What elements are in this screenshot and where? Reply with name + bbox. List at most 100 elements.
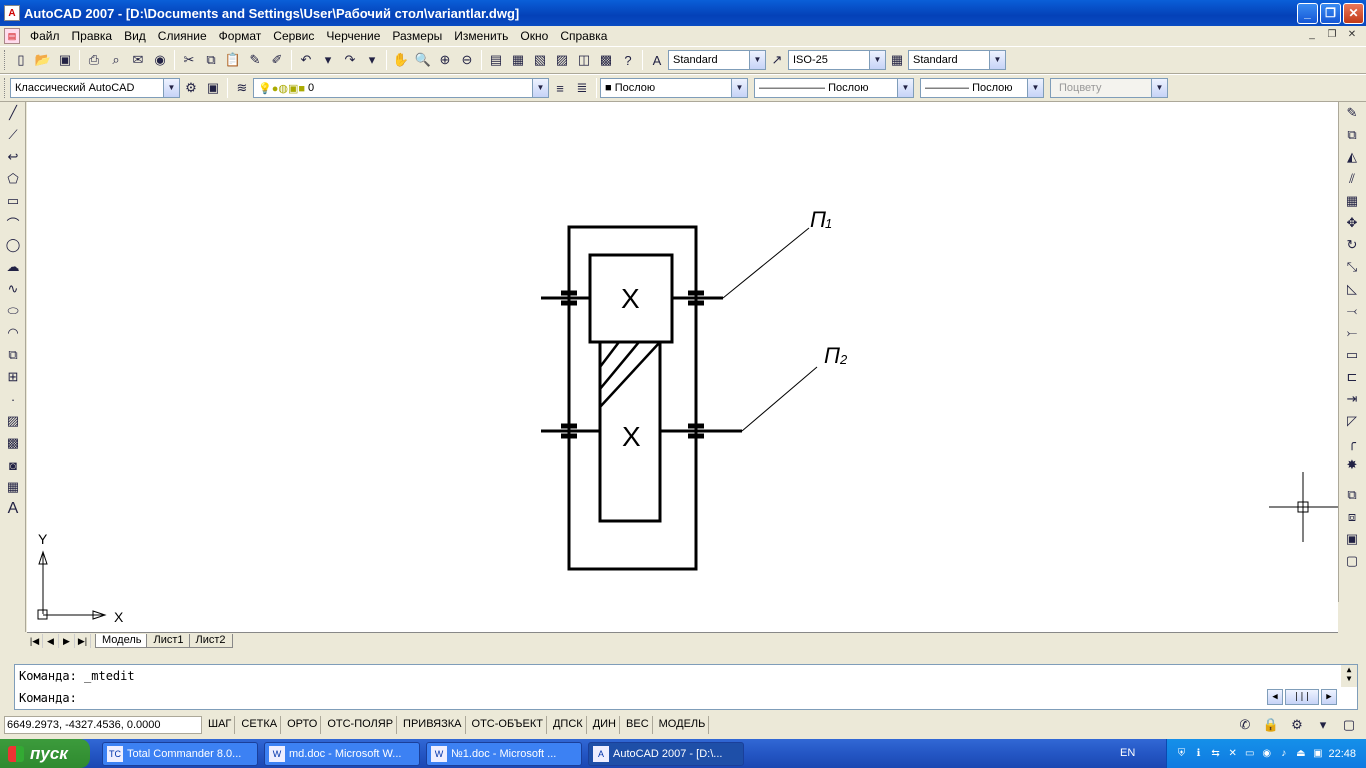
- menu-file[interactable]: Файл: [24, 29, 66, 43]
- table-icon[interactable]: ▦: [2, 476, 24, 498]
- model-toggle[interactable]: МОДЕЛЬ: [656, 716, 710, 734]
- upper-gear-label[interactable]: X: [621, 283, 640, 314]
- dyn-toggle[interactable]: ДИН: [590, 716, 621, 734]
- communication-center-icon[interactable]: ✆: [1234, 714, 1256, 736]
- polyline-icon[interactable]: ↩: [2, 146, 24, 168]
- linetype-select[interactable]: —————— Послою ▼: [754, 78, 914, 98]
- bring-above-icon[interactable]: ▣: [1341, 528, 1363, 550]
- toolbar-grip[interactable]: [4, 78, 7, 98]
- menu-dimension[interactable]: Размеры: [386, 29, 448, 43]
- chevron-down-icon[interactable]: ▼: [749, 51, 765, 69]
- menu-tools[interactable]: Сервис: [267, 29, 320, 43]
- paste-icon[interactable]: 📋: [222, 49, 244, 71]
- text-style-select[interactable]: Standard ▼: [668, 50, 766, 70]
- doc-minimize-button[interactable]: _: [1304, 28, 1320, 42]
- make-current-layer-icon[interactable]: ≡: [549, 77, 571, 99]
- point-icon[interactable]: ·: [2, 388, 24, 410]
- lwt-toggle[interactable]: ВЕС: [623, 716, 653, 734]
- network-icon[interactable]: ⇆: [1209, 746, 1222, 761]
- tab-sheet2[interactable]: Лист2: [188, 633, 233, 648]
- lower-gear-label[interactable]: X: [622, 421, 641, 452]
- scroll-thumb[interactable]: |||: [1285, 689, 1319, 705]
- line-icon[interactable]: ╱: [2, 102, 24, 124]
- menu-help[interactable]: Справка: [554, 29, 613, 43]
- task-total-commander[interactable]: TC Total Commander 8.0...: [102, 741, 258, 766]
- polygon-icon[interactable]: ⬠: [2, 168, 24, 190]
- zoom-window-icon[interactable]: ⊕: [434, 49, 456, 71]
- sheet-set-icon[interactable]: ▨: [551, 49, 573, 71]
- mirror-icon[interactable]: ◭: [1341, 146, 1363, 168]
- trim-icon[interactable]: ⤙: [1341, 300, 1363, 322]
- chevron-down-icon[interactable]: ▼: [1027, 79, 1043, 97]
- copy-object-icon[interactable]: ⧉: [1341, 124, 1363, 146]
- fillet-icon[interactable]: ╭: [1341, 432, 1363, 454]
- make-block-icon[interactable]: ⊞: [2, 366, 24, 388]
- gradient-icon[interactable]: ▩: [2, 432, 24, 454]
- text-style-icon[interactable]: A: [646, 49, 668, 71]
- layer-previous-icon[interactable]: ≣: [571, 77, 593, 99]
- move-icon[interactable]: ✥: [1341, 212, 1363, 234]
- preview-icon[interactable]: ⌕: [105, 49, 127, 71]
- display-icon[interactable]: ▭: [1243, 746, 1256, 761]
- chevron-down-icon[interactable]: ▼: [731, 79, 747, 97]
- arc-icon[interactable]: ⌒: [2, 212, 24, 234]
- revision-cloud-icon[interactable]: ☁: [2, 256, 24, 278]
- ortho-toggle[interactable]: ОРТО: [284, 716, 322, 734]
- maximize-button[interactable]: ❐: [1320, 3, 1341, 24]
- gearbox-housing[interactable]: [567, 225, 698, 571]
- workspace-select[interactable]: Классический AutoCAD ▼: [10, 78, 180, 98]
- command-prompt[interactable]: Команда:: [15, 687, 1357, 709]
- pan-icon[interactable]: ✋: [390, 49, 412, 71]
- status-settings-icon[interactable]: ⚙: [1286, 714, 1308, 736]
- usb-icon[interactable]: ⏏: [1294, 746, 1307, 761]
- autocad-icon[interactable]: A: [4, 5, 20, 21]
- prev-tab-icon[interactable]: ◀: [43, 633, 59, 648]
- rectangle-icon[interactable]: ▭: [2, 190, 24, 212]
- send-under-icon[interactable]: ▢: [1341, 550, 1363, 572]
- status-menu-icon[interactable]: ▾: [1312, 714, 1334, 736]
- redo-icon[interactable]: ↷: [339, 49, 361, 71]
- language-indicator[interactable]: EN: [1120, 739, 1135, 768]
- menu-merge[interactable]: Слияние: [152, 29, 213, 43]
- menu-edit[interactable]: Правка: [66, 29, 119, 43]
- lock-icon[interactable]: 🔒: [1260, 714, 1282, 736]
- new-icon[interactable]: ▯: [10, 49, 32, 71]
- menu-format[interactable]: Формат: [213, 29, 268, 43]
- task-1-doc[interactable]: W №1.doc - Microsoft ...: [426, 741, 582, 766]
- color-select[interactable]: ■ Послою ▼: [600, 78, 748, 98]
- save-workspace-icon[interactable]: ▣: [202, 77, 224, 99]
- command-hscroll[interactable]: ◀ ||| ▶: [1267, 689, 1339, 707]
- doc-restore-button[interactable]: ❐: [1324, 28, 1340, 42]
- cut-icon[interactable]: ✂: [178, 49, 200, 71]
- copy-icon[interactable]: ⧉: [200, 49, 222, 71]
- scale-icon[interactable]: ⤡: [1341, 256, 1363, 278]
- chevron-down-icon[interactable]: ▼: [897, 79, 913, 97]
- shaft1-label[interactable]: П: [810, 207, 826, 232]
- otrack-toggle[interactable]: ОТС-ОБЪЕКТ: [469, 716, 547, 734]
- match-properties-icon[interactable]: ✎: [244, 49, 266, 71]
- network-disconnected-icon[interactable]: ✕: [1226, 746, 1239, 761]
- lineweight-select[interactable]: ———— Послою ▼: [920, 78, 1044, 98]
- chevron-down-icon[interactable]: ▼: [989, 51, 1005, 69]
- clean-screen-icon[interactable]: ▢: [1338, 714, 1360, 736]
- polar-toggle[interactable]: ОТС-ПОЛЯР: [324, 716, 398, 734]
- spline-icon[interactable]: ∿: [2, 278, 24, 300]
- print-icon[interactable]: ⎙: [83, 49, 105, 71]
- hatch-icon[interactable]: ▨: [2, 410, 24, 432]
- first-tab-icon[interactable]: |◀: [27, 633, 43, 648]
- snap-toggle[interactable]: ШАГ: [205, 716, 236, 734]
- next-tab-icon[interactable]: ▶: [59, 633, 75, 648]
- shaft2-label[interactable]: П: [824, 343, 840, 368]
- publish-icon[interactable]: ✉: [127, 49, 149, 71]
- info-icon[interactable]: ℹ: [1192, 746, 1205, 761]
- extend-icon[interactable]: ⤚: [1341, 322, 1363, 344]
- table-style-select[interactable]: Standard ▼: [908, 50, 1006, 70]
- document-icon[interactable]: ▤: [4, 28, 20, 44]
- command-scroll-up-icon[interactable]: ▲ ▼: [1341, 665, 1357, 687]
- break-icon[interactable]: ⊏: [1341, 366, 1363, 388]
- array-icon[interactable]: ▦: [1341, 190, 1363, 212]
- undo-icon[interactable]: ↶: [295, 49, 317, 71]
- tab-sheet1[interactable]: Лист1: [146, 633, 191, 648]
- minimize-button[interactable]: _: [1297, 3, 1318, 24]
- osnap-toggle[interactable]: ПРИВЯЗКА: [400, 716, 466, 734]
